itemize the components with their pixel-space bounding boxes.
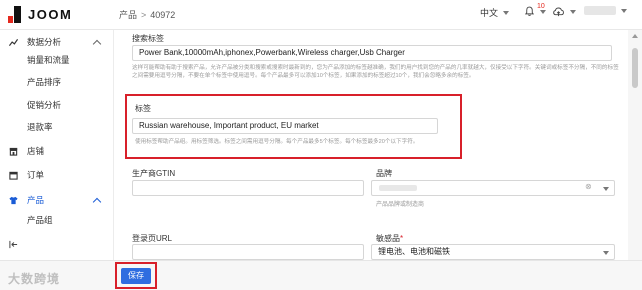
sidebar-item-label: 数据分析 (27, 37, 62, 47)
sensitive-select[interactable]: 锂电池、电池和磁铁 (371, 244, 615, 260)
breadcrumb-separator: > (141, 10, 147, 20)
chart-icon (9, 38, 18, 46)
sidebar-item-label: 产品组 (27, 215, 53, 225)
shirt-icon (9, 196, 18, 204)
sidebar-item-label: 产品排序 (27, 77, 62, 87)
top-bar: JOOM 产品 >40972 中文 10 (0, 0, 642, 30)
upload-button[interactable] (552, 6, 576, 17)
gtin-label: 生产商GTIN (132, 169, 176, 178)
bottom-action-bar: 大数跨境 保存 (0, 260, 642, 290)
logo[interactable]: JOOM (8, 6, 72, 23)
sidebar-item-orders[interactable]: 订单 (0, 167, 114, 183)
chevron-up-icon (92, 39, 102, 49)
sidebar-item-label: 店铺 (27, 146, 45, 156)
chevron-down-icon (540, 9, 546, 14)
breadcrumb-item-id: 40972 (150, 10, 176, 20)
sidebar-item-refund-rate[interactable]: 退款率 (0, 119, 114, 135)
brand-help: 产品品牌或制造商 (376, 202, 425, 208)
save-button[interactable]: 保存 (121, 268, 151, 284)
language-label: 中文 (480, 8, 499, 18)
sidebar-item-label: 退款率 (27, 122, 53, 132)
product-edit-form: 搜索标签 Power Bank,10000mAh,iphonex,Powerba… (115, 30, 626, 260)
gtin-input[interactable] (132, 180, 364, 196)
sidebar-item-store[interactable]: 店铺 (0, 143, 114, 159)
tags-input[interactable]: Russian warehouse, Important product, EU… (132, 118, 438, 134)
chevron-up-icon (92, 197, 102, 207)
search-tags-help: 这样可能帮助有助于搜索产品，允许产品被分类和搜索或搜索时最新到的，您为产品添加的… (132, 65, 619, 79)
logo-mark-icon (8, 6, 21, 23)
collapse-sidebar-icon[interactable] (9, 240, 18, 249)
chevron-down-icon (621, 8, 627, 13)
sidebar-item-products[interactable]: 产品 (0, 192, 114, 208)
store-icon (9, 147, 18, 156)
chevron-down-icon (603, 187, 609, 191)
sidebar-item-label: 订单 (27, 170, 45, 180)
brand-label: 品牌 (376, 169, 392, 178)
order-icon (9, 171, 18, 180)
sidebar: 数据分析 销量和流量 产品排序 促销分析 退款率 店铺 订单 产品 产品组 (0, 30, 114, 260)
notification-badge: 10 (537, 3, 545, 10)
landing-url-label: 登录页URL (132, 234, 173, 243)
brand-value-redacted (379, 185, 417, 191)
scroll-up-arrow-icon[interactable] (632, 34, 638, 38)
search-tags-label: 搜索标签 (132, 34, 164, 43)
user-name-redacted (584, 6, 616, 15)
bell-icon (524, 6, 535, 16)
sidebar-item-product-ranking[interactable]: 产品排序 (0, 74, 114, 90)
landing-url-input[interactable] (132, 244, 364, 260)
user-menu[interactable] (584, 6, 627, 15)
clear-icon[interactable]: ⊗ (585, 182, 592, 191)
sidebar-item-sales-traffic[interactable]: 销量和流量 (0, 52, 114, 68)
scrollbar[interactable] (628, 30, 642, 260)
sidebar-item-label: 促销分析 (27, 100, 62, 110)
breadcrumb: 产品 >40972 (119, 8, 175, 21)
sensitive-label: 敏感品* (376, 234, 404, 243)
sidebar-item-label: 销量和流量 (27, 55, 70, 65)
chevron-down-icon (603, 251, 609, 255)
scroll-thumb[interactable] (632, 48, 638, 88)
cloud-upload-icon (553, 7, 564, 17)
chevron-down-icon (503, 10, 510, 15)
logo-text: JOOM (28, 7, 73, 22)
language-selector[interactable]: 中文 (480, 6, 510, 19)
sidebar-item-data-analysis[interactable]: 数据分析 (0, 34, 114, 50)
sidebar-item-product-groups[interactable]: 产品组 (0, 212, 114, 228)
watermark: 大数跨境 (8, 272, 61, 286)
sidebar-item-promo-analysis[interactable]: 促销分析 (0, 97, 114, 113)
sidebar-item-label: 产品 (27, 195, 45, 205)
search-tags-input[interactable]: Power Bank,10000mAh,iphonex,Powerbank,Wi… (132, 45, 612, 61)
chevron-down-icon (570, 9, 576, 14)
breadcrumb-section[interactable]: 产品 (119, 10, 137, 20)
tags-help: 使用标签帮助产品组。用标签筛选。标签之间需用逗号分隔。每个产品最多5个标签。每个… (135, 139, 419, 145)
tags-label: 标签 (135, 104, 151, 113)
